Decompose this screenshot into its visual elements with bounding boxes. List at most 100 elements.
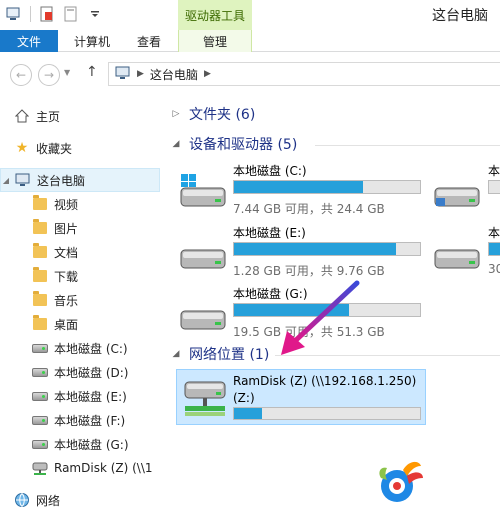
group-title: 设备和驱动器 (5) — [189, 137, 298, 153]
expand-chevron-icon[interactable]: ▷ — [171, 109, 181, 119]
nav-item-network[interactable]: 网络 — [0, 488, 160, 512]
drive-tile-c[interactable]: 本地磁盘 (C:) 7.44 GB 可用，共 24.4 GB — [165, 162, 421, 218]
drive-name: 本地磁盘 (E:) — [233, 226, 306, 240]
network-drive-icon — [32, 460, 48, 476]
drive-icon — [179, 297, 229, 333]
computer-properties-icon[interactable] — [6, 6, 22, 22]
breadcrumb[interactable]: 这台电脑 — [150, 66, 198, 83]
tab-view[interactable]: 查看 — [124, 30, 174, 52]
nav-item-label: 本地磁盘 (E:) — [54, 389, 127, 404]
drive-usage-bar — [488, 242, 500, 256]
nav-item-documents[interactable]: 文档 — [0, 240, 160, 264]
nav-item-label: RamDisk (Z) (\\1 — [54, 461, 153, 475]
nav-item-label: 图片 — [54, 221, 79, 236]
windows-drive-icon — [179, 174, 229, 210]
content-pane: ▷ 文件夹 (6) ◢ 设备和驱动器 (5) 本地磁盘 (C:) 7.44 GB… — [165, 94, 500, 517]
annotation-arrow — [281, 280, 360, 355]
drive-icon — [179, 236, 229, 272]
drive-tile-d-partial[interactable]: 本 — [433, 162, 500, 218]
collapse-chevron-icon[interactable]: ◢ — [171, 349, 181, 359]
drive-space-info: 30 — [488, 262, 500, 276]
nav-item-label: 音乐 — [54, 293, 79, 308]
computer-icon — [15, 172, 31, 188]
nav-item-ramdisk[interactable]: RamDisk (Z) (\\1 — [0, 456, 160, 480]
breadcrumb-chevron-icon[interactable]: ▶ — [137, 69, 144, 79]
nav-item-label: 桌面 — [54, 317, 79, 332]
navigation-pane: 主页 ★ 收藏夹 ◢ 这台电脑 视频 图片 文档 下载 音乐 桌面 本地磁盘 (… — [0, 94, 160, 517]
window-title: 这台电脑 — [432, 8, 488, 24]
drive-usage-fill — [234, 243, 396, 255]
expand-chevron-icon[interactable]: ◢ — [1, 176, 11, 185]
network-icon — [14, 492, 30, 508]
nav-item-drive-e[interactable]: 本地磁盘 (E:) — [0, 384, 160, 408]
address-bar[interactable]: ▶ 这台电脑 ▶ — [108, 62, 500, 86]
drive-icon — [32, 436, 48, 452]
tab-file[interactable]: 文件 — [0, 30, 58, 52]
forward-button[interactable]: → — [38, 64, 60, 86]
drive-usage-bar — [233, 242, 421, 256]
nav-item-label: 本地磁盘 (D:) — [54, 365, 129, 380]
nav-item-label: 这台电脑 — [37, 173, 86, 188]
drive-usage-bar — [488, 180, 500, 194]
nav-item-desktop[interactable]: 桌面 — [0, 312, 160, 336]
customize-toolbar-icon[interactable] — [87, 6, 103, 22]
up-button[interactable]: ↑ — [86, 64, 98, 80]
drive-name: 本地磁盘 (C:) — [233, 164, 307, 178]
back-arrow-icon: ← — [15, 68, 27, 82]
tab-manage[interactable]: 管理 — [178, 30, 252, 52]
group-title: 文件夹 (6) — [189, 107, 256, 123]
nav-item-label: 收藏夹 — [36, 141, 73, 156]
nav-item-drive-g[interactable]: 本地磁盘 (G:) — [0, 432, 160, 456]
properties-icon[interactable] — [39, 6, 55, 22]
drive-tile-e[interactable]: 本地磁盘 (E:) 1.28 GB 可用，共 9.76 GB — [165, 224, 421, 280]
new-folder-icon[interactable] — [63, 6, 79, 22]
nav-item-label: 下载 — [54, 269, 79, 284]
recent-locations-icon[interactable]: ▼ — [64, 68, 70, 77]
nav-item-music[interactable]: 音乐 — [0, 288, 160, 312]
nav-item-drive-f[interactable]: 本地磁盘 (F:) — [0, 408, 160, 432]
nav-item-pictures[interactable]: 图片 — [0, 216, 160, 240]
group-header-folders[interactable]: ▷ 文件夹 (6) — [171, 104, 256, 124]
context-tab-title: 驱动器工具 — [178, 0, 252, 30]
group-divider — [315, 145, 500, 146]
nav-item-label: 本地磁盘 (G:) — [54, 437, 129, 452]
forward-arrow-icon: → — [43, 68, 55, 82]
nav-item-drive-d[interactable]: 本地磁盘 (D:) — [0, 360, 160, 384]
nav-item-drive-c[interactable]: 本地磁盘 (C:) — [0, 336, 160, 360]
nav-item-downloads[interactable]: 下载 — [0, 264, 160, 288]
tab-computer[interactable]: 计算机 — [62, 30, 122, 52]
drive-usage-fill — [234, 408, 262, 419]
folder-icon — [32, 195, 48, 212]
folder-icon — [32, 291, 48, 308]
folder-icon — [32, 243, 48, 260]
drive-icon — [434, 249, 480, 269]
folder-icon — [32, 267, 48, 284]
nav-item-home[interactable]: 主页 — [0, 104, 160, 128]
star-icon: ★ — [15, 140, 29, 156]
nav-item-videos[interactable]: 视频 — [0, 192, 160, 216]
breadcrumb-chevron-icon[interactable]: ▶ — [204, 69, 211, 79]
drive-usage-bar — [233, 407, 421, 420]
back-button[interactable]: ← — [10, 64, 32, 86]
nav-item-favorites[interactable]: ★ 收藏夹 — [0, 136, 160, 160]
nav-item-this-pc[interactable]: ◢ 这台电脑 — [0, 168, 160, 192]
network-drive-tile-ramdisk[interactable]: RamDisk (Z) (\\192.168.1.250) (Z:) — [176, 369, 426, 425]
drive-icon — [32, 364, 48, 380]
drive-icon — [32, 412, 48, 428]
drive-tile-f-partial[interactable]: 本 30 — [433, 224, 500, 280]
group-header-network[interactable]: ◢ 网络位置 (1) — [171, 344, 270, 364]
nav-item-label: 文档 — [54, 245, 79, 260]
collapse-chevron-icon[interactable]: ◢ — [171, 139, 181, 149]
folder-icon — [32, 315, 48, 332]
group-header-devices[interactable]: ◢ 设备和驱动器 (5) — [171, 134, 298, 154]
drive-usage-fill — [234, 181, 364, 193]
group-title: 网络位置 (1) — [189, 347, 270, 363]
drive-name: 本 — [488, 164, 500, 178]
home-icon — [14, 108, 30, 124]
navigation-bar: ← → ▼ ↑ ▶ 这台电脑 ▶ — [0, 52, 500, 94]
drive-icon — [434, 187, 480, 207]
watermark-logo — [379, 461, 423, 502]
drive-space-info: 7.44 GB 可用，共 24.4 GB — [233, 202, 385, 216]
drive-usage-bar — [233, 180, 421, 194]
nav-item-label: 网络 — [36, 493, 61, 508]
